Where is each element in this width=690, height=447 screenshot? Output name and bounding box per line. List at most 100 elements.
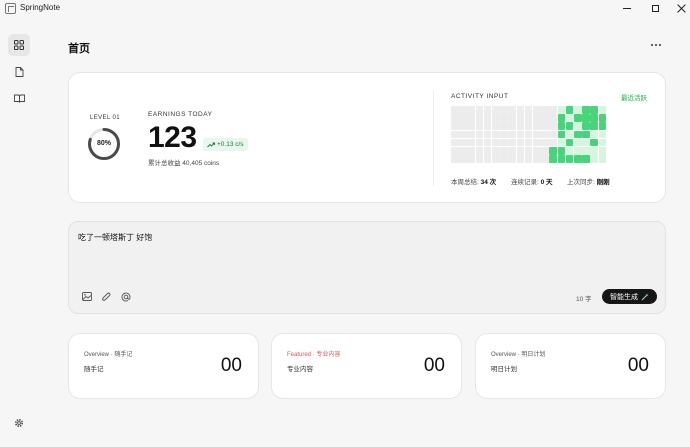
minimize-button[interactable] [614,0,640,16]
activity-cell [451,130,459,139]
level-label: LEVEL 01 [90,115,120,121]
activity-cell [500,122,508,130]
streak-label: 连续记录: [511,179,539,186]
activity-cell [549,106,557,114]
weekly-summary-value: 34 次 [480,179,497,186]
app-logo-icon [5,3,16,14]
mention-button[interactable] [120,291,131,302]
activity-cell [565,155,574,163]
activity-cell [541,155,549,163]
activity-cell [557,138,566,147]
more-options-button[interactable] [648,38,664,52]
weekly-summary-label: 本周总结: [451,179,479,186]
activity-cell [467,138,475,147]
activity-cell [492,114,500,122]
page-title: 首页 [68,43,90,55]
activity-cell [475,114,484,122]
activity-cell [451,147,459,155]
more-icon-dot [659,44,661,46]
activity-cell [483,106,492,114]
activity-cell [475,138,484,147]
maximize-icon [651,4,659,12]
activity-cell [508,114,516,122]
activity-cell [598,147,607,155]
activity-cell [459,155,467,163]
activity-cell [549,147,557,155]
activity-cell [565,138,574,147]
activity-cell [598,122,607,130]
activity-cell [533,122,541,130]
activity-cell [508,106,516,114]
weekly-summary: 本周总结: 34 次 [451,176,496,186]
activity-cell [557,106,566,114]
activity-cell [516,138,525,147]
activity-cell [533,138,541,147]
activity-cell [459,138,467,147]
activity-cell [557,130,566,139]
activity-cell [483,147,492,155]
card-tag: Overview · 随手记 [84,352,133,358]
activity-cell [508,122,516,130]
activity-cell [475,155,484,163]
activity-cell [557,155,566,163]
activity-cell [516,114,525,122]
card-tag: Overview · 明日计划 [491,352,546,358]
sidebar-item-settings[interactable] [8,412,30,434]
close-icon [677,4,686,13]
activity-cell [492,147,500,155]
activity-cell [467,122,475,130]
close-button[interactable] [668,0,690,16]
sidebar-item-dashboard[interactable] [8,34,30,56]
activity-cell [590,114,598,122]
activity-cell [524,138,533,147]
activity-cell [590,106,598,114]
activity-cell [492,138,500,147]
sidebar-item-notes[interactable] [8,61,30,83]
activity-cell [483,138,492,147]
sparkle-wand-icon [641,293,649,300]
card-quick-notes[interactable]: Overview · 随手记 随手记 00 [68,333,259,399]
divider [433,91,434,186]
activity-cell [582,106,590,114]
activity-cell [590,138,598,147]
activity-cell [598,130,607,139]
maximize-button[interactable] [642,0,668,16]
activity-cell [590,155,598,163]
activity-cell [459,130,467,139]
card-tomorrow-plan[interactable]: Overview · 明日计划 明日计划 00 [475,333,666,399]
earnings-label: EARNINGS TODAY [148,111,213,118]
generate-button[interactable]: 智能生成 [602,289,657,304]
activity-cell [475,130,484,139]
activity-cell [483,155,492,163]
earnings-value: 123 [148,121,197,154]
activity-cell [549,122,557,130]
activity-cell [582,147,590,155]
activity-cell [557,147,566,155]
activity-cell [533,130,541,139]
note-input[interactable]: 吃了一顿塔斯丁 好饱 [78,232,152,243]
activity-cell [565,130,574,139]
activity-cell [549,155,557,163]
activity-cell [574,106,582,114]
card-professional[interactable]: Featured · 专业内容 专业内容 00 [271,333,462,399]
card-tag: Featured · 专业内容 [287,352,341,358]
insert-image-button[interactable] [81,291,92,302]
activity-cell [533,114,541,122]
card-count: 00 [627,355,649,376]
card-count: 00 [423,355,445,376]
sidebar-item-library[interactable] [8,87,30,109]
activity-cell [483,122,492,130]
activity-cell [500,106,508,114]
activity-cell [524,147,533,155]
activity-cell [500,114,508,122]
activity-cell [565,147,574,155]
activity-cell [541,138,549,147]
attach-file-button[interactable] [101,291,112,302]
activity-cell [467,155,475,163]
activity-cell [508,130,516,139]
activity-cell [451,155,459,163]
at-sign-icon [121,292,130,301]
sync-summary: 上次同步: 刚刚 [567,176,610,186]
activity-cell [467,147,475,155]
activity-cell [582,114,590,122]
